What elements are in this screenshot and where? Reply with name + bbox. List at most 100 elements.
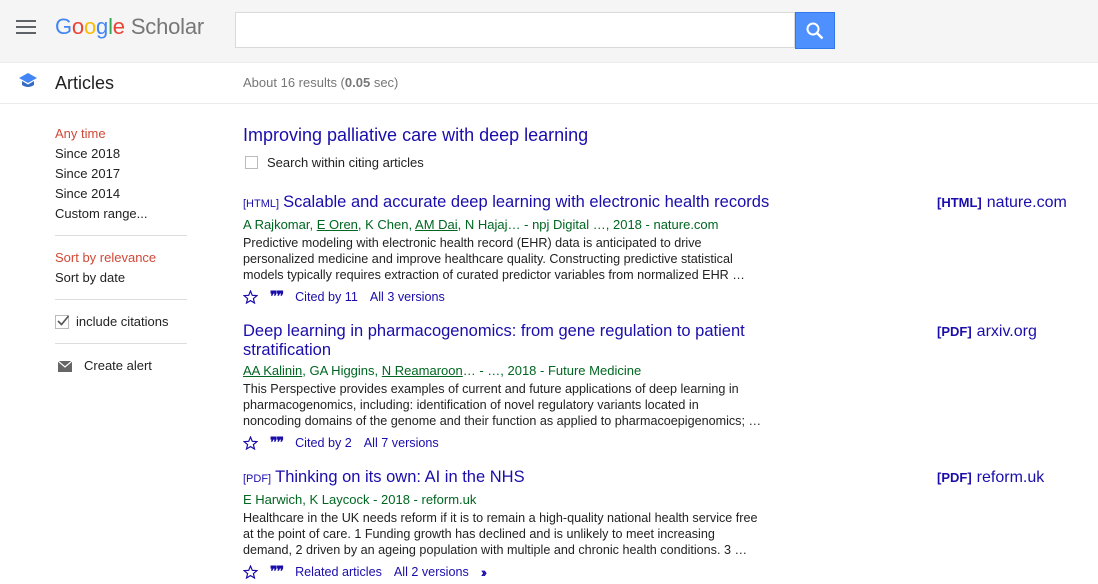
include-citations-toggle[interactable]: include citations: [55, 312, 187, 332]
author: E Harwich: [243, 492, 303, 507]
divider: [55, 343, 187, 344]
result-title-text: Thinking on its own: AI in the NHS: [275, 468, 525, 486]
fulltext-domain: reform.uk: [976, 469, 1045, 486]
result-authors: AA Kalinin, GA Higgins, N Reamaroon… - ……: [243, 363, 783, 379]
checkbox[interactable]: [55, 315, 70, 329]
results-prefix: About 16 results (: [243, 75, 345, 90]
format-tag: [PDF]: [243, 473, 272, 485]
format-tag: [HTML]: [937, 195, 982, 210]
all-versions-link[interactable]: All 2 versions: [394, 565, 469, 579]
google-scholar-logo[interactable]: Google Scholar: [55, 14, 204, 40]
divider: [55, 235, 187, 236]
snippet-line: Predictive modeling with electronic heal…: [243, 236, 702, 250]
publication-source: … - npj Digital …, 2018 - nature.com: [507, 217, 719, 232]
related-articles-link[interactable]: Related articles: [295, 565, 382, 579]
author-separator: ,: [374, 363, 382, 378]
fulltext-link[interactable]: [PDF] reform.uk: [937, 469, 1044, 487]
filter-custom-range[interactable]: Custom range...: [55, 204, 187, 224]
checkmark-icon: [57, 315, 70, 326]
save-star-icon[interactable]: [243, 564, 258, 579]
author: GA Higgins: [309, 363, 375, 378]
cited-by-link[interactable]: Cited by 11: [295, 290, 358, 304]
author-link[interactable]: AA Kalinin: [243, 363, 302, 378]
create-alert-button[interactable]: Create alert: [55, 356, 187, 376]
fulltext-domain: nature.com: [986, 194, 1067, 211]
cite-quote-icon[interactable]: ❞❞: [270, 288, 284, 305]
snippet-line: personalized medicine and improve health…: [243, 252, 733, 266]
subheader-bar: Articles About 16 results (0.05 sec): [0, 62, 1098, 104]
more-chevron-icon[interactable]: ››: [481, 564, 488, 580]
result-authors: E Harwich, K Laycock - 2018 - reform.uk: [243, 492, 783, 508]
result-title[interactable]: [HTML] Scalable and accurate deep learnin…: [243, 193, 783, 214]
author-link[interactable]: N Reamaroon: [382, 363, 463, 378]
fulltext-link[interactable]: [PDF] arxiv.org: [937, 323, 1037, 341]
search-input[interactable]: [236, 13, 794, 47]
publication-source: - 2018 - reform.uk: [369, 492, 477, 507]
author-separator: ,: [457, 217, 465, 232]
results-count: About 16 results (0.05 sec): [243, 75, 398, 90]
envelope-icon: [58, 360, 72, 372]
logo-letter: o: [71, 14, 84, 39]
sort-by-date[interactable]: Sort by date: [55, 268, 187, 288]
author-link[interactable]: AM Dai: [415, 217, 458, 232]
logo-letter: G: [55, 14, 72, 39]
all-versions-link[interactable]: All 7 versions: [364, 436, 439, 450]
author-separator: ,: [302, 363, 310, 378]
search-result: Deep learning in pharmacogenomics: from …: [243, 322, 783, 451]
result-title-text: Deep learning in pharmacogenomics: from …: [243, 322, 745, 359]
cite-quote-icon[interactable]: ❞❞: [270, 563, 284, 580]
filter-since-2018[interactable]: Since 2018: [55, 144, 187, 164]
format-tag: [PDF]: [937, 324, 972, 339]
result-actions: ❞❞ Cited by 11 All 3 versions: [243, 288, 783, 305]
author: K Chen: [365, 217, 409, 232]
format-tag: [HTML]: [243, 198, 280, 210]
all-versions-link[interactable]: All 3 versions: [370, 290, 445, 304]
logo-letter: o: [83, 14, 97, 39]
search-button[interactable]: [795, 12, 835, 49]
include-citations-label: include citations: [76, 314, 169, 329]
snippet-line: noncoding domains of the genome and thei…: [243, 414, 762, 428]
header-bar: Google Scholar: [0, 0, 1098, 63]
logo-letter: g: [96, 14, 109, 39]
filter-any-time[interactable]: Any time: [55, 124, 187, 144]
search-within-citing[interactable]: Search within citing articles: [243, 155, 424, 170]
snippet-line: models typically requires extraction of …: [243, 268, 745, 282]
result-actions: ❞❞ Related articles All 2 versions ››: [243, 563, 783, 580]
divider: [55, 299, 187, 300]
publication-source: … - …, 2018 - Future Medicine: [462, 363, 642, 378]
query-article-title[interactable]: Improving palliative care with deep lear…: [243, 125, 588, 146]
filter-since-2014[interactable]: Since 2014: [55, 184, 187, 204]
fulltext-link[interactable]: [HTML] nature.com: [937, 194, 1067, 212]
search-icon: [806, 22, 824, 40]
result-title-text: Scalable and accurate deep learning with…: [283, 193, 770, 211]
result-title[interactable]: [PDF] Thinking on its own: AI in the NHS: [243, 468, 783, 489]
logo-scholar-text: Scholar: [130, 14, 205, 39]
checkbox[interactable]: [245, 156, 258, 169]
filter-since-2017[interactable]: Since 2017: [55, 164, 187, 184]
cite-quote-icon[interactable]: ❞❞: [270, 434, 284, 451]
menu-icon[interactable]: [16, 20, 36, 36]
search-result: [PDF] Thinking on its own: AI in the NHS …: [243, 468, 783, 580]
create-alert-label: Create alert: [84, 358, 152, 373]
save-star-icon[interactable]: [243, 289, 258, 304]
snippet-line: at the point of care. 1 Funding growth h…: [243, 527, 715, 541]
author: N Hajaj: [464, 217, 508, 232]
cited-by-link[interactable]: Cited by 2: [295, 436, 352, 450]
author: K Laycock: [309, 492, 370, 507]
result-authors: A Rajkomar, E Oren, K Chen, AM Dai, N Ha…: [243, 217, 783, 233]
articles-icon: [19, 73, 37, 87]
result-actions: ❞❞ Cited by 2 All 7 versions: [243, 434, 783, 451]
sort-by-relevance[interactable]: Sort by relevance: [55, 248, 187, 268]
author-link[interactable]: E Oren: [317, 217, 358, 232]
author: A Rajkomar: [243, 217, 310, 232]
results-time: 0.05: [344, 75, 371, 90]
save-star-icon[interactable]: [243, 435, 258, 450]
snippet-line: This Perspective provides examples of cu…: [243, 382, 739, 396]
result-snippet: This Perspective provides examples of cu…: [243, 381, 783, 429]
section-title: Articles: [55, 73, 115, 93]
result-title[interactable]: Deep learning in pharmacogenomics: from …: [243, 322, 783, 360]
search-result: [HTML] Scalable and accurate deep learnin…: [243, 193, 783, 305]
snippet-line: pharmacogenomics, including: identificat…: [243, 398, 699, 412]
results-suffix: sec): [370, 75, 399, 90]
search-box: [235, 12, 795, 48]
